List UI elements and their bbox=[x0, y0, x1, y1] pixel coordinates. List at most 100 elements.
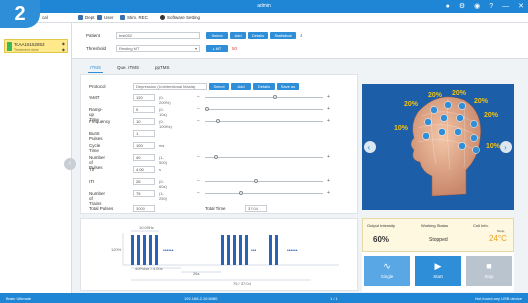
stimulation-controls: ∿ Single ▶ Start ■ Stop bbox=[362, 252, 514, 292]
menu-software-setting[interactable]: Software Setting bbox=[160, 15, 200, 20]
slider-handle[interactable] bbox=[239, 191, 244, 195]
param-range: (1-500) bbox=[159, 155, 168, 165]
increase-button[interactable]: + bbox=[327, 178, 330, 184]
param-label: Cycle Time bbox=[89, 143, 101, 153]
waveform-intensity-label: 120% bbox=[111, 247, 122, 252]
param-input[interactable]: 4.00 bbox=[133, 166, 155, 173]
slider-handle[interactable] bbox=[214, 155, 219, 159]
waveform-diagram: 10.00Hz 120% 40Pulse / 4.00s 26s 75 / 37… bbox=[111, 225, 339, 286]
tab-que-rtms[interactable]: Que. rTMS bbox=[115, 64, 141, 73]
total-time-label: Total Time bbox=[205, 206, 226, 211]
record-icon bbox=[120, 15, 125, 20]
increase-button[interactable]: + bbox=[327, 118, 330, 124]
head-illustration: 20% 20% 20% 20% 20% 10% 10% ‹ › bbox=[364, 90, 512, 197]
lock-icon[interactable]: ● bbox=[446, 2, 450, 11]
increase-button[interactable]: + bbox=[327, 154, 330, 160]
close-icon[interactable]: ✕ bbox=[518, 2, 524, 11]
tab-pptms[interactable]: ppTMS bbox=[153, 64, 172, 73]
param-input[interactable]: 26 bbox=[133, 178, 155, 185]
patient-card-sub: Treatment done bbox=[14, 48, 39, 52]
single-pulse-icon: ∿ bbox=[383, 261, 391, 271]
waveform-ellipsis: ••• bbox=[251, 248, 257, 254]
total-pulses-label: Total Pulses bbox=[89, 206, 114, 211]
minimize-icon[interactable]: — bbox=[502, 2, 509, 11]
start-button[interactable]: ▶ Start bbox=[415, 256, 461, 286]
single-button[interactable]: ∿ Single bbox=[364, 256, 410, 286]
slider-handle[interactable] bbox=[216, 119, 221, 123]
waveform-ellipsis: •••••• bbox=[287, 248, 298, 254]
decrease-button[interactable]: − bbox=[197, 94, 200, 100]
chevron-right-icon: › bbox=[504, 143, 507, 152]
increase-button[interactable]: + bbox=[327, 190, 330, 196]
protocol-input[interactable]: Depression (Unintentional Mania) bbox=[133, 83, 207, 90]
slider-handle[interactable] bbox=[273, 95, 278, 99]
total-time-value: 37:04 bbox=[245, 205, 267, 212]
param-slider[interactable] bbox=[205, 95, 323, 99]
stop-button-label: Stop bbox=[484, 274, 494, 279]
param-slider[interactable] bbox=[205, 119, 323, 123]
menu-stim-rec-label: Stim. REC bbox=[127, 15, 149, 20]
threshold-select[interactable]: Resting MT ▾ bbox=[116, 45, 200, 52]
slider-handle[interactable] bbox=[205, 107, 209, 111]
settings-icon[interactable]: ⚙ bbox=[459, 2, 465, 11]
tab-rtms[interactable]: rTMS bbox=[88, 64, 103, 73]
decrease-button[interactable]: − bbox=[197, 106, 200, 112]
coverage-label: 20% bbox=[484, 112, 499, 119]
patient-select-button[interactable]: Select bbox=[206, 32, 228, 39]
dept-icon bbox=[78, 15, 83, 20]
patient-details-button[interactable]: Details bbox=[248, 32, 268, 39]
patient-card-flag-icon: ◆ bbox=[61, 41, 65, 46]
menu-cal[interactable]: cal bbox=[42, 15, 48, 20]
title-bar: admin ● ⚙ ◉ ? — ✕ bbox=[0, 0, 528, 13]
increase-button[interactable]: + bbox=[327, 106, 330, 112]
user-icon bbox=[97, 15, 102, 20]
decrease-button[interactable]: − bbox=[197, 118, 200, 124]
param-slider[interactable] bbox=[205, 179, 323, 183]
patient-card[interactable]: TcAA16152853 Treatment done ◆ ◆ bbox=[4, 39, 68, 53]
patient-input[interactable]: test052 bbox=[116, 32, 200, 39]
protocol-save-as-button[interactable]: Save as bbox=[277, 83, 299, 90]
output-intensity-label: Output Intensity bbox=[367, 223, 396, 228]
param-input[interactable]: 120 bbox=[133, 94, 155, 101]
menu-software-setting-label: Software Setting bbox=[167, 15, 201, 20]
total-pulses-value: 3000 bbox=[133, 205, 155, 212]
param-input[interactable]: 100 bbox=[133, 142, 155, 149]
menu-stim-rec[interactable]: Stim. REC bbox=[120, 15, 148, 20]
help-icon[interactable]: ? bbox=[489, 2, 493, 11]
param-slider[interactable] bbox=[205, 155, 323, 159]
param-label: %MT bbox=[89, 95, 100, 100]
param-label: T0 bbox=[89, 167, 95, 172]
waveform-trains-label: 75 / 37:04 bbox=[233, 281, 252, 286]
param-slider[interactable] bbox=[205, 107, 323, 111]
coverage-label: 10% bbox=[486, 143, 501, 150]
increase-button[interactable]: + bbox=[327, 94, 330, 100]
decrease-button[interactable]: − bbox=[197, 190, 200, 196]
menu-dept[interactable]: Dept bbox=[78, 15, 95, 20]
collapse-panel-button[interactable]: ‹ bbox=[64, 158, 76, 170]
decrease-button[interactable]: − bbox=[197, 154, 200, 160]
stop-button[interactable]: ■ Stop bbox=[466, 256, 512, 286]
param-input[interactable]: 10 bbox=[133, 118, 155, 125]
param-input[interactable]: 0 bbox=[133, 106, 155, 113]
menu-user[interactable]: User bbox=[97, 15, 114, 20]
decrease-button[interactable]: − bbox=[197, 178, 200, 184]
stop-icon: ■ bbox=[486, 261, 492, 271]
protocol-add-button[interactable]: Add bbox=[231, 83, 251, 90]
param-input[interactable]: 1 bbox=[133, 130, 155, 137]
user-icon[interactable]: ◉ bbox=[474, 2, 480, 11]
protocol-select-button[interactable]: Select bbox=[209, 83, 229, 90]
protocol-details-button[interactable]: Details bbox=[253, 83, 275, 90]
coverage-label: 20% bbox=[428, 92, 443, 99]
param-input[interactable]: 75 bbox=[133, 190, 155, 197]
menu-cal-label: cal bbox=[42, 15, 48, 20]
patient-add-button[interactable]: Add bbox=[230, 32, 246, 39]
slider-handle[interactable] bbox=[254, 179, 259, 183]
param-input[interactable]: 40 bbox=[133, 154, 155, 161]
usb-status: Not found any USB device bbox=[475, 296, 522, 301]
mt-button[interactable]: ● MT bbox=[206, 45, 228, 52]
patient-card-menu-icon[interactable]: ◆ bbox=[62, 47, 65, 52]
protocol-label: Protocol bbox=[89, 84, 106, 89]
coverage-label: 10% bbox=[394, 125, 409, 132]
patient-statistical-button[interactable]: Statistical bbox=[270, 32, 296, 39]
param-slider[interactable] bbox=[205, 191, 323, 195]
